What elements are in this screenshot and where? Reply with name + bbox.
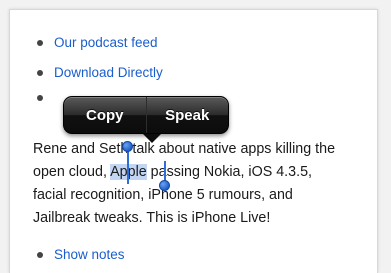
list-item (37, 95, 54, 101)
selection-start-bar (127, 150, 129, 184)
podcast-feed-link[interactable]: Our podcast feed (54, 35, 158, 50)
description-text: passing Nokia, iOS 4.3.5, (146, 164, 312, 180)
selection-start-handle[interactable] (122, 141, 133, 152)
description-text: open cloud, (33, 164, 111, 180)
copy-button[interactable]: Copy (64, 107, 146, 124)
edit-callout-menu: Copy Speak (63, 96, 229, 143)
article-page: Our podcast feed Download Directly Rene … (9, 9, 378, 273)
show-notes-link[interactable]: Show notes (54, 247, 125, 262)
bullet-icon (37, 95, 43, 101)
description-line: Rene and Seth talk about native apps kil… (33, 141, 336, 157)
description-line: facial recognition, iPhone 5 rumours, an… (33, 187, 293, 203)
bullet-icon (37, 39, 43, 46)
episode-description: Rene and Seth talk about native apps kil… (33, 138, 383, 230)
bullet-icon (37, 251, 43, 258)
list-item: Our podcast feed (37, 35, 158, 50)
download-directly-link[interactable]: Download Directly (54, 65, 163, 80)
list-item: Show notes (37, 247, 125, 262)
description-line: open cloud, Apple passing Nokia, iOS 4.3… (33, 161, 383, 184)
selection-end-handle[interactable] (159, 180, 170, 191)
callout-arrow-icon (143, 134, 161, 143)
list-item: Download Directly (37, 65, 163, 80)
bullet-icon (37, 69, 43, 76)
speak-button[interactable]: Speak (147, 107, 229, 124)
description-line: Jailbreak tweaks. This is iPhone Live! (33, 210, 271, 226)
